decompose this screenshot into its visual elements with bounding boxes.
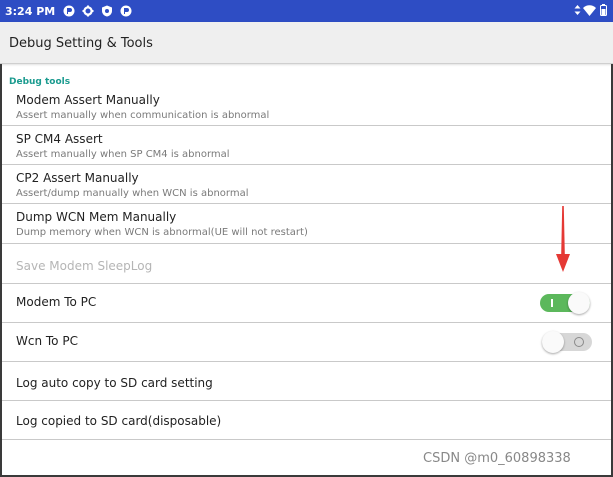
item-title: CP2 Assert Manually bbox=[16, 171, 139, 185]
annotation-arrow-icon bbox=[555, 206, 571, 277]
status-bar: 3:24 PM bbox=[0, 0, 613, 22]
item-title: SP CM4 Assert bbox=[16, 132, 103, 146]
status-time: 3:24 PM bbox=[5, 4, 56, 18]
page-title: Debug Setting & Tools bbox=[9, 36, 153, 51]
data-arrows-icon bbox=[574, 5, 581, 15]
switch-on-mark bbox=[551, 299, 553, 307]
switch-thumb bbox=[568, 292, 590, 314]
item-summary: Assert/dump manually when WCN is abnorma… bbox=[16, 188, 249, 199]
section-header-debug-tools: Debug tools bbox=[9, 77, 71, 87]
item-title: Log copied to SD card(disposable) bbox=[16, 414, 222, 428]
item-title: Dump WCN Mem Manually bbox=[16, 210, 177, 224]
switch-thumb bbox=[542, 331, 564, 353]
sp-cm4-assert-item[interactable]: SP CM4 Assert Assert manually when SP CM… bbox=[2, 127, 611, 165]
item-title: Modem To PC bbox=[16, 295, 97, 309]
item-title: Save Modem SleepLog bbox=[16, 259, 153, 273]
item-summary: Dump memory when WCN is abnormal(UE will… bbox=[16, 227, 308, 238]
switch-off-mark bbox=[574, 337, 584, 347]
wcn-to-pc-switch[interactable] bbox=[542, 331, 592, 353]
cp2-assert-item[interactable]: CP2 Assert Manually Assert/dump manually… bbox=[2, 166, 611, 204]
item-summary: Assert manually when SP CM4 is abnormal bbox=[16, 149, 230, 160]
item-title: Modem Assert Manually bbox=[16, 93, 160, 107]
notification-app-icon bbox=[63, 5, 75, 17]
item-summary: Assert manually when communication is ab… bbox=[16, 110, 270, 121]
modem-assert-item[interactable]: Modem Assert Manually Assert manually wh… bbox=[2, 88, 611, 126]
shield-icon bbox=[101, 5, 113, 17]
gear-icon bbox=[82, 5, 94, 17]
watermark: CSDN @m0_60898338 bbox=[423, 451, 571, 466]
dump-wcn-mem-item[interactable]: Dump WCN Mem Manually Dump memory when W… bbox=[2, 205, 611, 244]
save-modem-sleeplog-item: Save Modem SleepLog bbox=[2, 245, 611, 284]
status-right-icons bbox=[574, 4, 607, 16]
wcn-to-pc-item[interactable]: Wcn To PC bbox=[2, 324, 611, 362]
modem-to-pc-item[interactable]: Modem To PC bbox=[2, 285, 611, 323]
battery-icon bbox=[600, 4, 607, 16]
app-toolbar: Debug Setting & Tools bbox=[0, 22, 613, 64]
notification-app-icon-2 bbox=[120, 5, 132, 17]
log-auto-copy-item[interactable]: Log auto copy to SD card setting bbox=[2, 363, 611, 401]
modem-to-pc-switch[interactable] bbox=[540, 292, 590, 314]
wifi-icon bbox=[583, 4, 596, 16]
log-copied-item[interactable]: Log copied to SD card(disposable) bbox=[2, 402, 611, 440]
item-title: Wcn To PC bbox=[16, 334, 78, 348]
item-title: Log auto copy to SD card setting bbox=[16, 376, 213, 390]
